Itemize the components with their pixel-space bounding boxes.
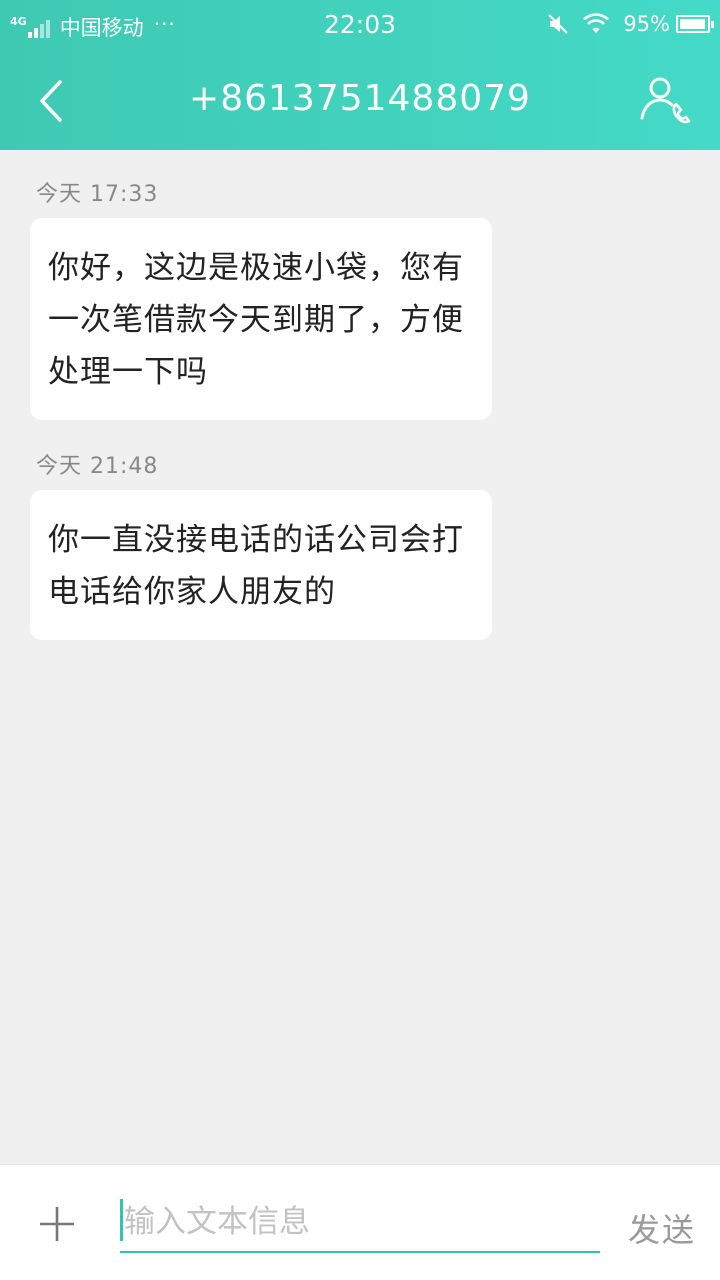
message-list[interactable]: 今天 17:33 你好，这边是极速小袋，您有一次笔借款今天到期了，方便处理一下吗… xyxy=(0,150,720,1164)
message-timestamp: 今天 17:33 xyxy=(36,182,159,207)
wifi-icon xyxy=(583,13,610,33)
battery-percent: 95% xyxy=(623,12,670,36)
message-input[interactable] xyxy=(124,1195,594,1249)
battery-level xyxy=(680,19,705,29)
status-right: 95% xyxy=(547,12,714,36)
plus-icon[interactable] xyxy=(36,1203,78,1245)
message-bubble[interactable]: 你好，这边是极速小袋，您有一次笔借款今天到期了，方便处理一下吗 xyxy=(30,218,492,420)
message-input-field[interactable] xyxy=(120,1195,600,1253)
status-bar: 4G 中国移动 ··· 22:03 95% xyxy=(0,0,720,50)
conversation-title: +8613751488079 xyxy=(189,78,531,119)
mute-icon xyxy=(548,14,569,34)
chevron-left-icon[interactable] xyxy=(30,74,74,128)
battery-icon xyxy=(676,15,714,33)
person-phone-icon[interactable] xyxy=(636,74,694,128)
app-header: 4G 中国移动 ··· 22:03 95% +8613751488079 xyxy=(0,0,720,150)
text-cursor xyxy=(120,1199,123,1241)
compose-bar: 发送 xyxy=(0,1164,720,1280)
message-timestamp: 今天 21:48 xyxy=(36,454,159,479)
message-bubble[interactable]: 你一直没接电话的话公司会打电话给你家人朋友的 xyxy=(30,490,492,640)
send-button[interactable]: 发送 xyxy=(628,1205,696,1251)
